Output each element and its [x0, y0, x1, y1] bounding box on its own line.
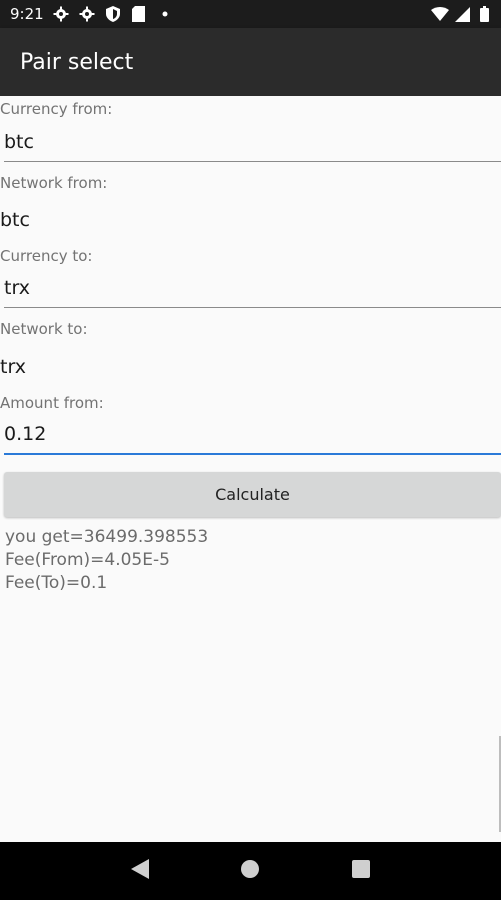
shield-icon	[104, 5, 122, 23]
gear-icon	[52, 5, 70, 23]
sd-card-icon	[130, 5, 148, 23]
status-bar: 9:21	[0, 0, 501, 28]
amount-from-label: Amount from:	[0, 394, 104, 412]
currency-to-label: Currency to:	[0, 247, 93, 265]
recents-icon	[351, 860, 370, 882]
result-fee-from: Fee(From)=4.05E-5	[5, 550, 170, 570]
wifi-icon	[431, 5, 449, 23]
network-to-value: trx	[0, 356, 26, 378]
amount-from-value: 0.12	[4, 423, 47, 445]
navigation-bar	[0, 842, 501, 900]
calculate-button[interactable]: Calculate	[4, 472, 501, 517]
page-title: Pair select	[20, 49, 134, 75]
status-time: 9:21	[10, 5, 44, 23]
currency-to-value: trx	[4, 276, 30, 299]
network-from-value: btc	[0, 209, 30, 231]
dot-icon	[156, 5, 174, 23]
pair-select-form: Currency from: btc Network from: btc Cur…	[0, 96, 501, 842]
status-right	[431, 5, 493, 23]
result-fee-to: Fee(To)=0.1	[5, 573, 108, 593]
currency-to-input[interactable]: trx	[4, 268, 501, 308]
back-icon	[131, 859, 150, 883]
currency-from-input[interactable]: btc	[4, 122, 501, 162]
network-from-label: Network from:	[0, 174, 108, 192]
gear-icon	[78, 5, 96, 23]
back-button[interactable]	[120, 851, 160, 891]
calculate-button-label: Calculate	[215, 485, 290, 504]
signal-icon	[453, 5, 471, 23]
amount-from-input[interactable]: 0.12	[4, 415, 501, 455]
status-left: 9:21	[10, 5, 174, 23]
recents-button[interactable]	[341, 851, 381, 891]
currency-from-value: btc	[4, 130, 34, 153]
home-icon	[240, 859, 260, 883]
result-you-get: you get=36499.398553	[5, 527, 209, 547]
currency-from-label: Currency from:	[0, 100, 113, 118]
home-button[interactable]	[230, 851, 270, 891]
network-to-label: Network to:	[0, 320, 88, 338]
battery-icon	[475, 5, 493, 23]
app-bar: Pair select	[0, 28, 501, 96]
